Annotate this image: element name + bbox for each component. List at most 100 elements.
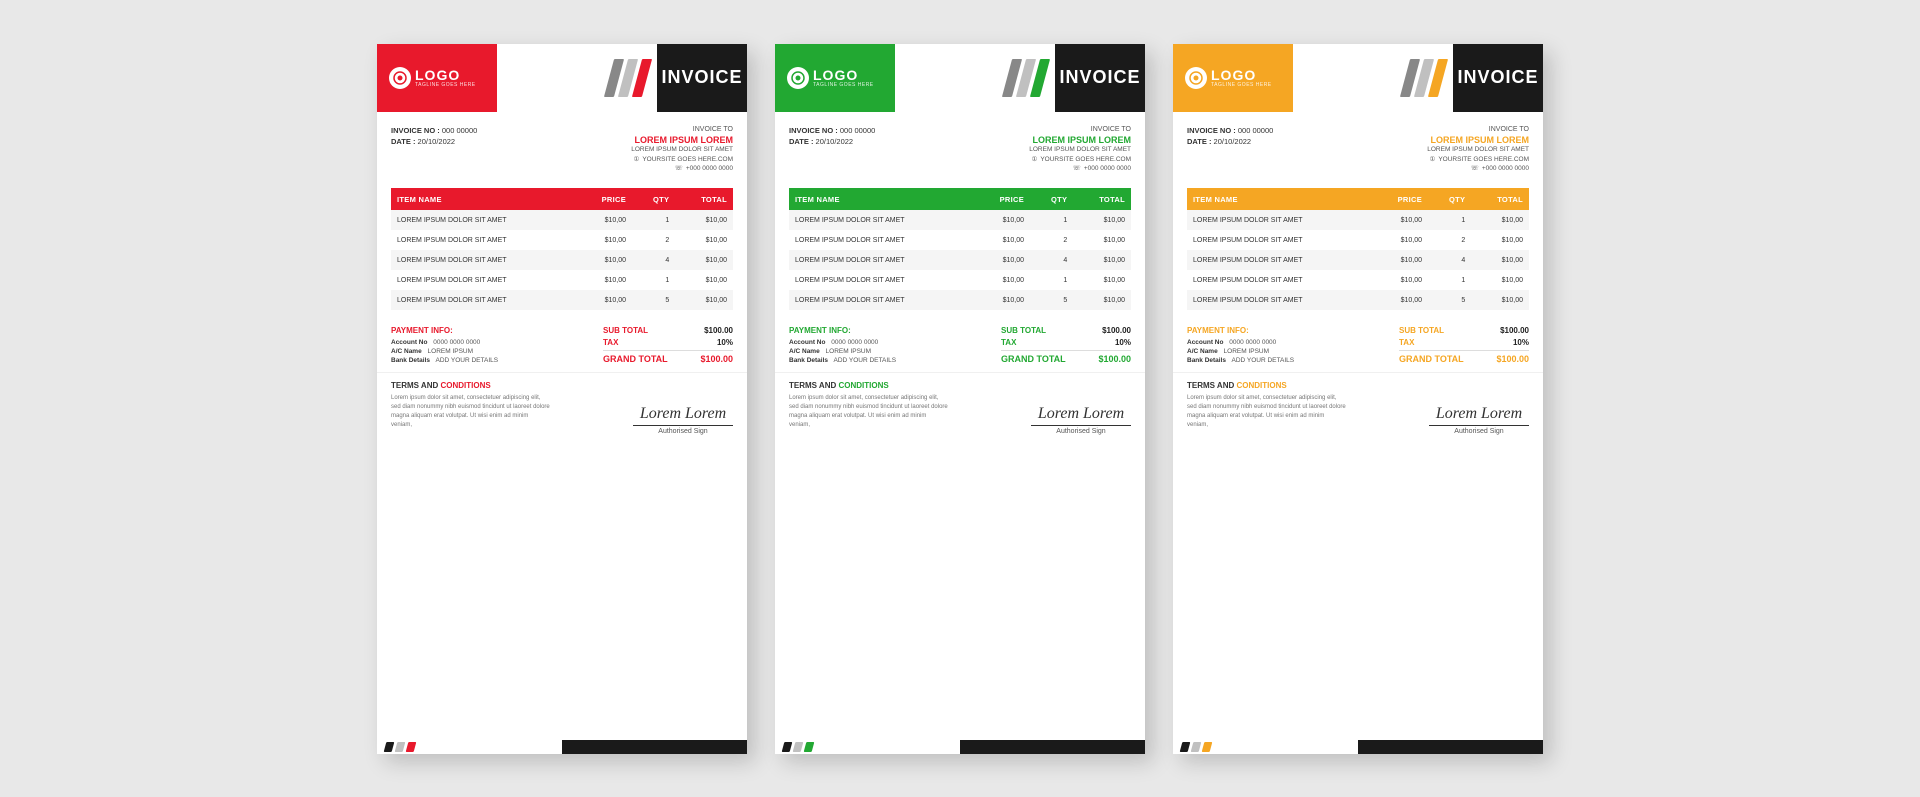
cell-item: LOREM IPSUM DOLOR SIT AMET <box>1187 290 1372 310</box>
bank-line: Bank Details ADD YOUR DETAILS <box>1187 357 1294 364</box>
subtotal-row: SUB TOTAL $100.00 <box>603 326 733 335</box>
signature-line <box>1031 425 1131 426</box>
invoice-to-label: INVOICE TO <box>1029 126 1131 133</box>
cell-price: $10,00 <box>1372 290 1428 310</box>
signature-name: Lorem Lorem <box>1031 406 1131 422</box>
terms-header: TERMS AND CONDITIONS <box>391 381 733 390</box>
grand-total-value: $100.00 <box>1098 354 1131 364</box>
tax-value: 10% <box>717 338 733 347</box>
footer-strips <box>377 740 747 754</box>
cell-item: LOREM IPSUM DOLOR SIT AMET <box>789 250 974 270</box>
subtotal-label: SUB TOTAL <box>1001 326 1046 335</box>
cell-total: $10,00 <box>675 290 733 310</box>
ac-name-line: A/C Name LOREM IPSUM <box>1187 348 1294 355</box>
footer-right-block <box>960 740 1145 754</box>
client-address: LOREM IPSUM DOLOR SIT AMET <box>1029 145 1131 155</box>
cell-price: $10,00 <box>576 290 632 310</box>
header-title-block: INVOICE <box>657 44 747 112</box>
signature-area: Lorem Lorem Authorised Sign <box>775 406 1145 443</box>
meta-right: INVOICE TO LOREM IPSUM LOREM LOREM IPSUM… <box>1029 126 1131 173</box>
payment-label: PAYMENT INFO: <box>789 326 896 335</box>
client-website: ① YOURSITE GOES HERE.COM <box>1029 155 1131 163</box>
cell-total: $10,00 <box>1471 250 1529 270</box>
cell-qty: 1 <box>1030 270 1073 290</box>
payment-info: PAYMENT INFO: Account No 0000 0000 0000 … <box>1187 326 1294 366</box>
footer-strip-accent <box>406 742 417 752</box>
meta-left: INVOICE NO : 000 00000 DATE : 20/10/2022 <box>789 126 875 173</box>
footer-left <box>775 740 960 754</box>
cell-price: $10,00 <box>974 270 1030 290</box>
authorised-sign-label: Authorised Sign <box>633 428 733 435</box>
col-item: ITEM NAME <box>391 188 576 210</box>
table-row: LOREM IPSUM DOLOR SIT AMET $10,00 5 $10,… <box>391 290 733 310</box>
subtotal-value: $100.00 <box>1500 326 1529 335</box>
invoice-date-line: DATE : 20/10/2022 <box>1187 137 1273 146</box>
client-name: LOREM IPSUM LOREM <box>1029 135 1131 145</box>
cell-total: $10,00 <box>1471 230 1529 250</box>
col-qty: QTY <box>1428 188 1471 210</box>
signature-line <box>1429 425 1529 426</box>
footer-strip-dark <box>384 742 395 752</box>
cell-price: $10,00 <box>576 250 632 270</box>
invoice-number-line: INVOICE NO : 000 00000 <box>1187 126 1273 135</box>
tax-value: 10% <box>1513 338 1529 347</box>
cell-total: $10,00 <box>1471 210 1529 230</box>
signature-block: Lorem Lorem Authorised Sign <box>1031 406 1131 435</box>
totals-block: SUB TOTAL $100.00 TAX 10% GRAND TOTAL $1… <box>1001 326 1131 366</box>
grand-total-label: GRAND TOTAL <box>1399 354 1464 364</box>
cell-qty: 1 <box>632 270 675 290</box>
header-stripes <box>895 44 1055 112</box>
table-row: LOREM IPSUM DOLOR SIT AMET $10,00 1 $10,… <box>789 270 1131 290</box>
invoice-meta: INVOICE NO : 000 00000 DATE : 20/10/2022… <box>377 112 747 181</box>
footer-strip-accent <box>1202 742 1213 752</box>
table-row: LOREM IPSUM DOLOR SIT AMET $10,00 2 $10,… <box>1187 230 1529 250</box>
total-divider <box>603 350 733 351</box>
grand-total-value: $100.00 <box>700 354 733 364</box>
cell-item: LOREM IPSUM DOLOR SIT AMET <box>391 210 576 230</box>
cell-qty: 5 <box>1030 290 1073 310</box>
cell-item: LOREM IPSUM DOLOR SIT AMET <box>1187 210 1372 230</box>
table-row: LOREM IPSUM DOLOR SIT AMET $10,00 1 $10,… <box>391 210 733 230</box>
footer-strip-light <box>395 742 406 752</box>
authorised-sign-label: Authorised Sign <box>1429 428 1529 435</box>
cell-total: $10,00 <box>1073 230 1131 250</box>
authorised-sign-label: Authorised Sign <box>1031 428 1131 435</box>
terms-accent: CONDITIONS <box>440 381 490 390</box>
table-row: LOREM IPSUM DOLOR SIT AMET $10,00 2 $10,… <box>789 230 1131 250</box>
cell-item: LOREM IPSUM DOLOR SIT AMET <box>391 270 576 290</box>
payment-info: PAYMENT INFO: Account No 0000 0000 0000 … <box>789 326 896 366</box>
cell-item: LOREM IPSUM DOLOR SIT AMET <box>391 290 576 310</box>
col-qty: QTY <box>632 188 675 210</box>
cell-qty: 4 <box>1030 250 1073 270</box>
cell-total: $10,00 <box>675 270 733 290</box>
invoice-number-line: INVOICE NO : 000 00000 <box>789 126 875 135</box>
footer-right-block <box>562 740 747 754</box>
cell-price: $10,00 <box>974 230 1030 250</box>
footer-strip-dark <box>1180 742 1191 752</box>
col-total: TOTAL <box>675 188 733 210</box>
logo-text: LOGO TAGLINE GOES HERE <box>813 68 874 88</box>
payment-label: PAYMENT INFO: <box>1187 326 1294 335</box>
header-stripes <box>1293 44 1453 112</box>
invoice-header: LOGO TAGLINE GOES HERE INVOICE <box>377 44 747 112</box>
logo-area: LOGO TAGLINE GOES HERE <box>1173 44 1293 112</box>
client-name: LOREM IPSUM LOREM <box>1427 135 1529 145</box>
footer-right-block <box>1358 740 1543 754</box>
cell-total: $10,00 <box>675 210 733 230</box>
grand-total-label: GRAND TOTAL <box>603 354 668 364</box>
grand-total-label: GRAND TOTAL <box>1001 354 1066 364</box>
signature-name: Lorem Lorem <box>633 406 733 422</box>
invoice-meta: INVOICE NO : 000 00000 DATE : 20/10/2022… <box>1173 112 1543 181</box>
invoice-meta: INVOICE NO : 000 00000 DATE : 20/10/2022… <box>775 112 1145 181</box>
table-row: LOREM IPSUM DOLOR SIT AMET $10,00 4 $10,… <box>391 250 733 270</box>
cell-total: $10,00 <box>1471 290 1529 310</box>
cell-item: LOREM IPSUM DOLOR SIT AMET <box>391 230 576 250</box>
col-price: PRICE <box>974 188 1030 210</box>
table-row: LOREM IPSUM DOLOR SIT AMET $10,00 2 $10,… <box>391 230 733 250</box>
table-header-row: ITEM NAME PRICE QTY TOTAL <box>789 188 1131 210</box>
cell-price: $10,00 <box>1372 270 1428 290</box>
client-address: LOREM IPSUM DOLOR SIT AMET <box>631 145 733 155</box>
cell-price: $10,00 <box>1372 210 1428 230</box>
cell-qty: 4 <box>1428 250 1471 270</box>
client-phone: ☏ +000 0000 0000 <box>1029 164 1131 172</box>
